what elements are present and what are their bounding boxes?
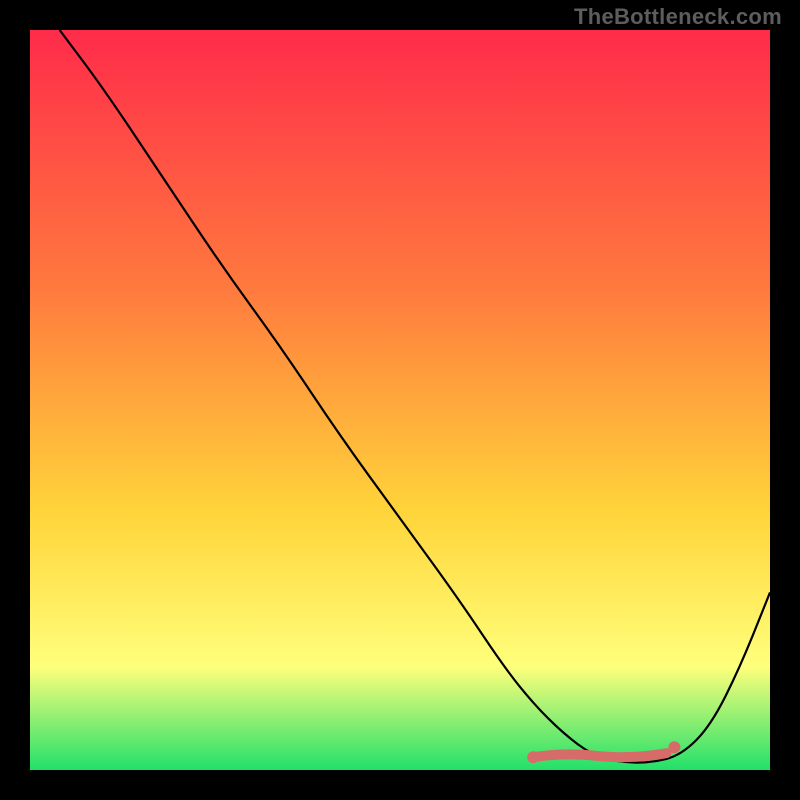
plot-area bbox=[30, 30, 770, 770]
background-gradient bbox=[30, 30, 770, 770]
watermark-label: TheBottleneck.com bbox=[574, 4, 782, 30]
chart-frame: TheBottleneck.com bbox=[0, 0, 800, 800]
